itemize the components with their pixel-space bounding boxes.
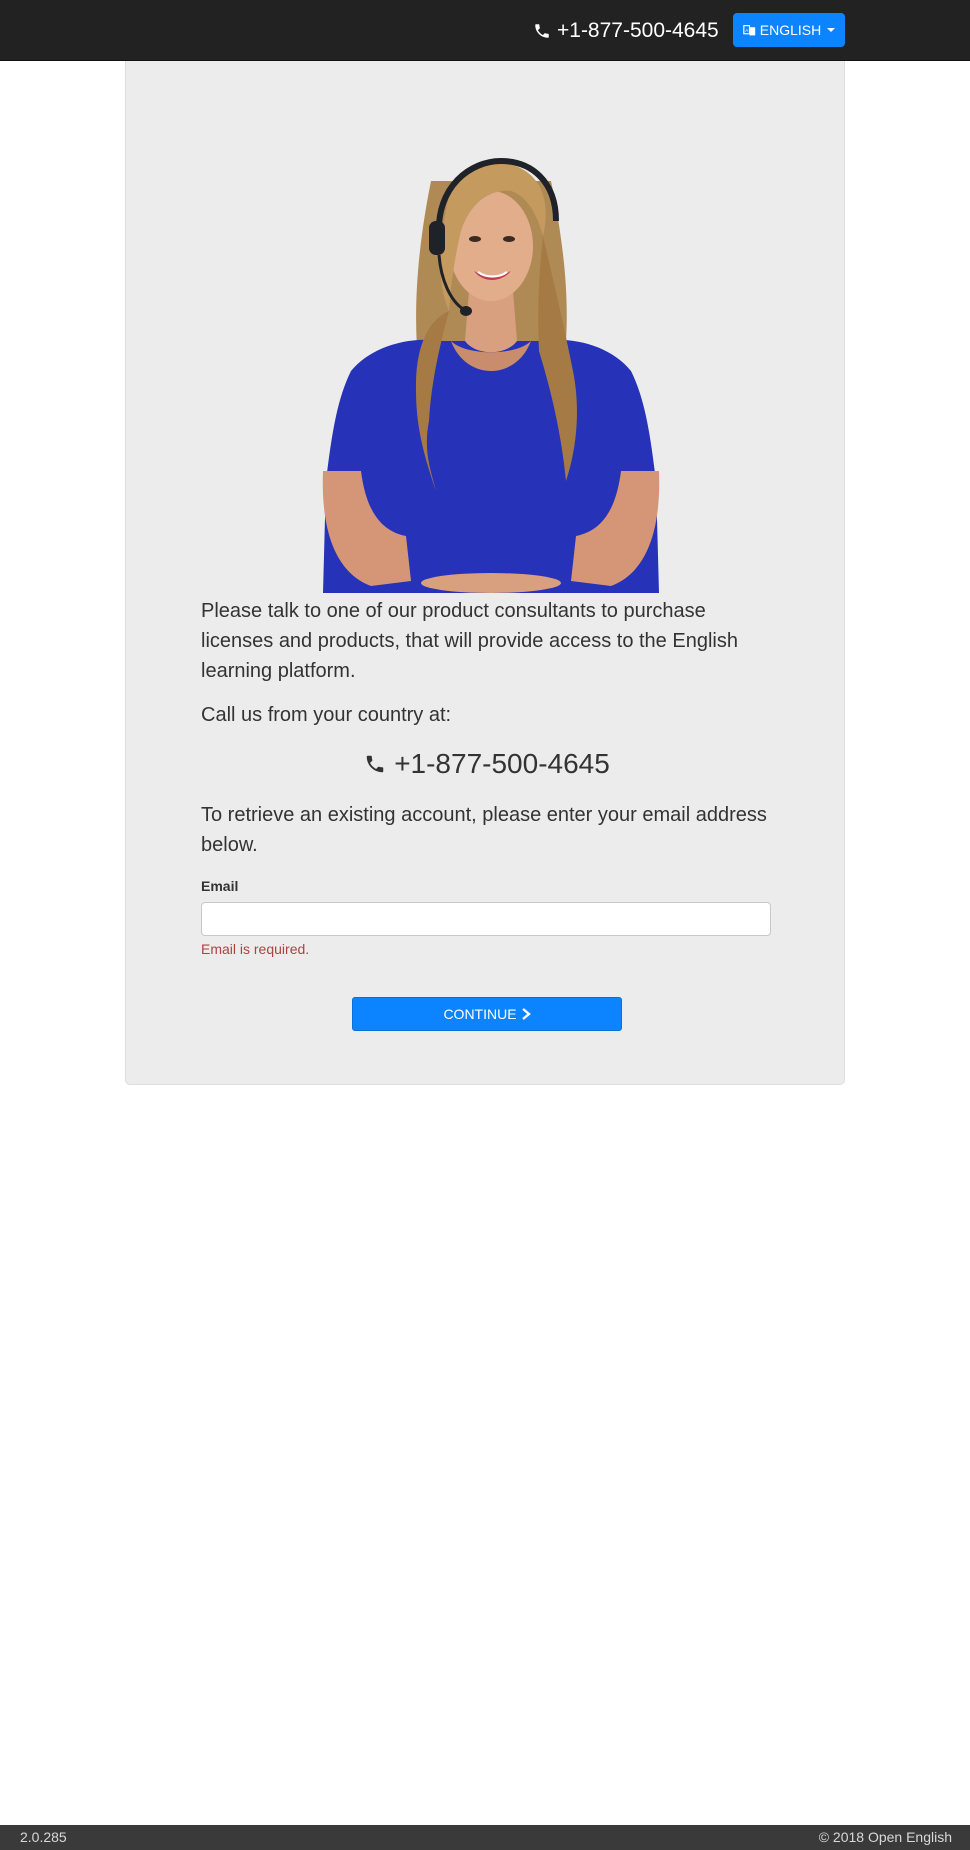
retrieve-account-text: To retrieve an existing account, please …: [201, 804, 767, 856]
header-phone[interactable]: +1-877-500-4645: [533, 17, 719, 44]
call-us-text: Call us from your country at:: [201, 704, 452, 726]
language-dropdown-button[interactable]: A ENGLISH: [733, 13, 845, 47]
copyright-text: © 2018 Open English: [818, 1829, 952, 1845]
email-label: Email: [201, 878, 239, 894]
email-error-message: Email is required.: [201, 941, 310, 957]
continue-button[interactable]: CONTINUE: [352, 997, 622, 1031]
language-label: ENGLISH: [759, 22, 822, 38]
email-input[interactable]: [201, 902, 771, 936]
customer-support-agent-image: [322, 157, 660, 593]
intro-text: Please talk to one of our product consul…: [201, 600, 738, 682]
phone-icon: [535, 23, 549, 38]
chevron-right-icon: [521, 1008, 531, 1020]
page-footer: 2.0.285 © 2018 Open English: [0, 1825, 970, 1850]
main-panel: Please talk to one of our product consul…: [125, 61, 845, 1085]
language-icon: A: [743, 24, 755, 35]
phone-icon: [366, 755, 384, 773]
version-label: 2.0.285: [20, 1829, 67, 1845]
main-phone-number: +1-877-500-4645: [394, 748, 610, 779]
main-phone[interactable]: +1-877-500-4645: [201, 746, 773, 782]
continue-label: CONTINUE: [443, 1006, 517, 1022]
top-navbar: +1-877-500-4645 A ENGLISH: [0, 0, 970, 61]
caret-down-icon: [827, 28, 836, 32]
header-phone-number: +1-877-500-4645: [557, 19, 719, 42]
panel-content: Please talk to one of our product consul…: [201, 596, 773, 1031]
